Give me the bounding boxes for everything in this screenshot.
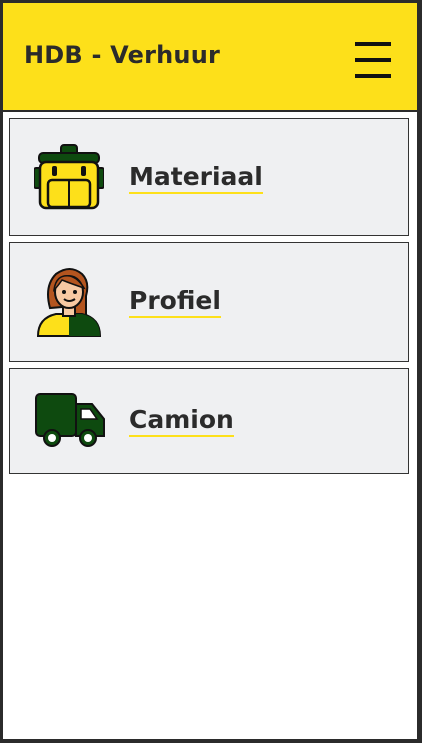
backpack-icon: [34, 144, 104, 210]
menu-item-camion[interactable]: Camion: [9, 368, 409, 474]
truck-icon: [35, 393, 105, 447]
user-avatar-icon: [36, 268, 102, 337]
menu-item-label: Materiaal: [129, 162, 263, 194]
app-title: HDB - Verhuur: [24, 41, 221, 69]
hamburger-menu-icon[interactable]: [353, 40, 393, 80]
menu-item-materiaal[interactable]: Materiaal: [9, 118, 409, 236]
menu-item-profiel[interactable]: Profiel: [9, 242, 409, 362]
app-frame: HDB - Verhuur Materiaal Profiel Camion: [3, 3, 417, 739]
menu-item-label: Camion: [129, 405, 234, 437]
menu-item-label: Profiel: [129, 286, 221, 318]
app-header: HDB - Verhuur: [3, 3, 417, 112]
